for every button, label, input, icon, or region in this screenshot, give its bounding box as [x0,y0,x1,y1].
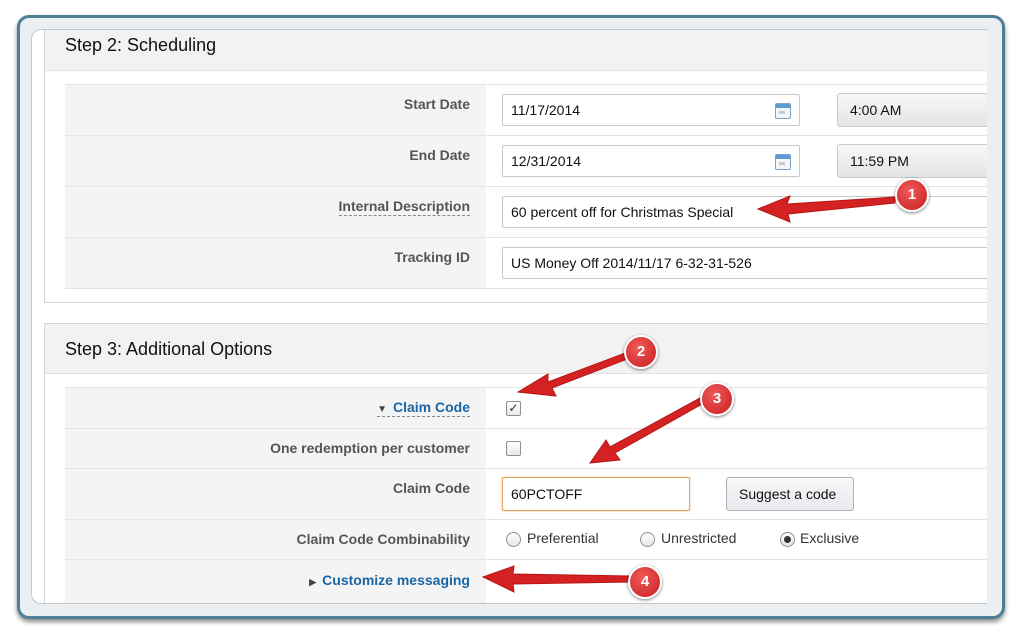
annotation-arrows [481,195,896,593]
arrow-1 [756,195,896,223]
annotation-badge-4: 4 [628,565,662,599]
annotation-badge-3: 3 [700,382,734,416]
annotation-badge-2: 2 [624,335,658,369]
arrow-2 [516,351,631,397]
arrow-4 [481,565,631,593]
annotation-badge-1: 1 [895,178,929,212]
arrow-3 [588,397,705,464]
